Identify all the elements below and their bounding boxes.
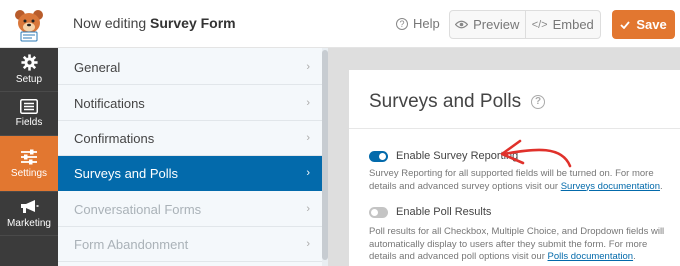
settings-item-label: Surveys and Polls [74, 165, 179, 181]
panel-title: Surveys and Polls [369, 91, 522, 112]
chevron-right-icon: › [306, 238, 310, 250]
chevron-right-icon: › [306, 167, 310, 179]
preview-label: Preview [473, 17, 520, 32]
settings-item-label: Conversational Forms [74, 201, 202, 217]
settings-item-confirmations[interactable]: Confirmations › [58, 121, 322, 156]
editing-title: Now editing Survey Form [73, 15, 236, 31]
checkmark-icon [620, 20, 631, 29]
editing-prefix: Now editing [73, 15, 147, 31]
wpforms-logo[interactable] [0, 0, 58, 48]
embed-button[interactable]: </> Embed [524, 11, 601, 38]
help-button[interactable]: ? Help [396, 16, 440, 31]
bear-logo-icon [15, 10, 43, 42]
poll-results-description: Poll results for all Checkbox, Multiple … [369, 226, 669, 264]
description-period: . [659, 180, 663, 192]
question-circle-icon[interactable]: ? [531, 95, 546, 109]
settings-item-form-abandonment[interactable]: Form Abandonment › [58, 227, 322, 262]
polls-documentation-link[interactable]: Polls documentation [548, 251, 634, 262]
preview-button[interactable]: Preview [450, 11, 525, 38]
form-name: Survey Form [150, 15, 236, 31]
top-bar: Now editing Survey Form ? Help Preview <… [0, 0, 680, 48]
chevron-right-icon: › [306, 97, 310, 109]
question-circle-icon: ? [396, 17, 408, 30]
poll-results-label: Enable Poll Results [396, 206, 492, 218]
sidebar-label-settings: Settings [10, 167, 48, 179]
sidebar-item-setup[interactable]: Setup [0, 48, 58, 92]
poll-results-toggle[interactable] [369, 206, 388, 218]
left-sidebar: Setup Fields Settings Marketing [0, 48, 58, 266]
save-button[interactable]: Save [612, 10, 675, 39]
panel-heading: Surveys and Polls ? [369, 91, 546, 113]
annotation-arrow [500, 139, 572, 168]
list-icon [20, 99, 38, 114]
settings-menu: General › Notifications › Confirmations … [58, 48, 328, 266]
settings-item-notifications[interactable]: Notifications › [58, 86, 322, 121]
sidebar-item-marketing[interactable]: Marketing [0, 192, 58, 236]
settings-item-surveys-polls[interactable]: Surveys and Polls › [58, 156, 322, 191]
panel-divider [349, 128, 680, 129]
save-label: Save [636, 17, 667, 32]
help-label: Help [413, 16, 440, 31]
settings-item-label: Confirmations [74, 130, 155, 146]
survey-reporting-toggle[interactable] [369, 150, 388, 162]
chevron-right-icon: › [306, 61, 310, 73]
sliders-icon [21, 149, 37, 164]
surveys-documentation-link[interactable]: Surveys documentation [561, 181, 660, 192]
settings-item-label: Notifications [74, 95, 145, 111]
toggle-knob [371, 208, 378, 216]
preview-embed-group: Preview </> Embed [449, 10, 601, 39]
settings-item-label: General [74, 59, 121, 75]
eye-icon [455, 20, 469, 29]
survey-reporting-description: Survey Reporting for all supported field… [369, 168, 669, 193]
description-period: . [633, 251, 636, 262]
poll-results-row: Enable Poll Results [369, 206, 491, 218]
sidebar-item-fields[interactable]: Fields [0, 92, 58, 136]
sidebar-item-settings[interactable]: Settings [0, 136, 58, 192]
toggle-knob [379, 152, 386, 160]
chevron-right-icon: › [306, 203, 310, 215]
sidebar-label-fields: Fields [15, 117, 43, 128]
sidebar-label-marketing: Marketing [7, 217, 51, 229]
megaphone-icon [21, 199, 39, 213]
settings-item-conversational-forms[interactable]: Conversational Forms › [58, 192, 322, 227]
embed-label: Embed [552, 17, 594, 32]
settings-item-general[interactable]: General › [58, 50, 322, 85]
settings-item-label: Form Abandonment [74, 236, 189, 252]
gear-icon [20, 54, 38, 71]
code-icon: </> [531, 18, 548, 31]
chevron-right-icon: › [306, 132, 310, 144]
sidebar-label-setup: Setup [15, 74, 43, 85]
